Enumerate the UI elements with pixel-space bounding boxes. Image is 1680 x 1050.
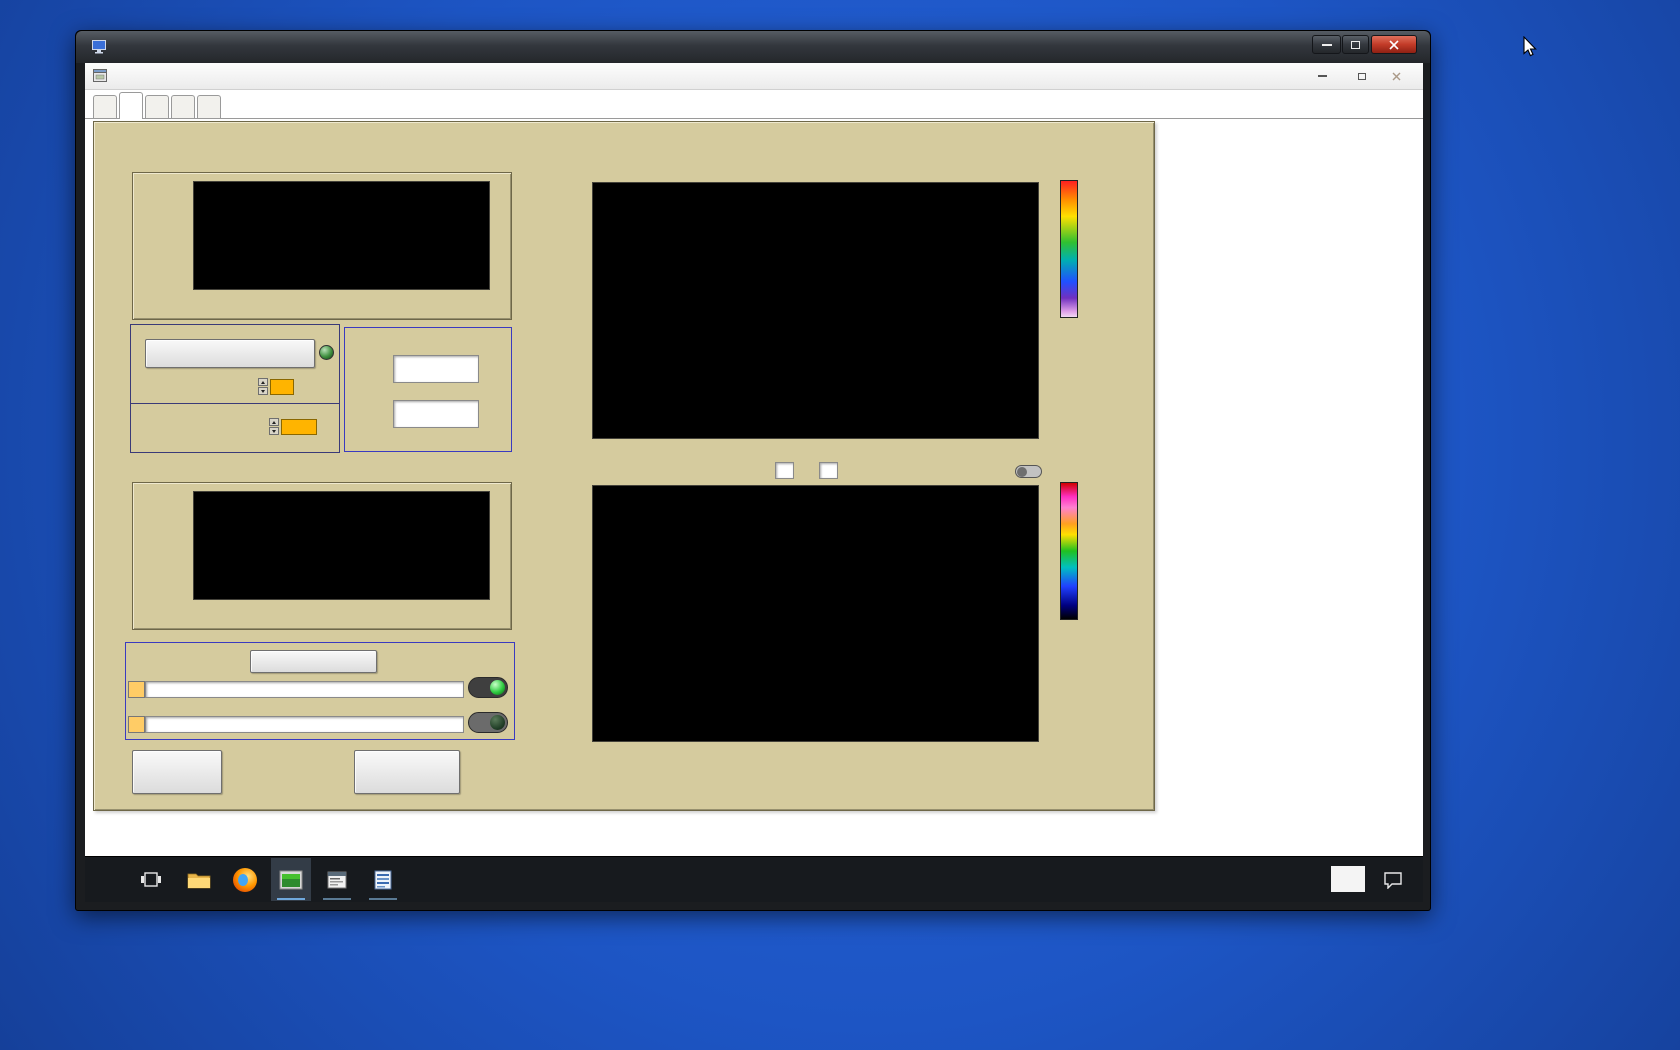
- doppler-y-ticks: [544, 480, 586, 745]
- background-controls-box: [130, 324, 340, 404]
- backscatter-doppler-toggle[interactable]: [1015, 465, 1042, 478]
- restore-button[interactable]: [1342, 35, 1369, 54]
- average-number-value[interactable]: [775, 462, 794, 479]
- notification-chat-icon: [1384, 871, 1402, 889]
- renew-background-button[interactable]: [145, 339, 315, 368]
- tab-wind-profile[interactable]: [197, 95, 221, 118]
- tab-scheduling[interactable]: [171, 95, 195, 118]
- toggle-knob-icon: [1017, 466, 1027, 477]
- app-minimize-icon: [1317, 75, 1327, 77]
- snr-spinner[interactable]: [269, 418, 279, 435]
- app-close-button[interactable]: [1381, 66, 1411, 86]
- snr-threshold-box: [130, 403, 340, 453]
- tab-real-time-data[interactable]: [119, 92, 143, 119]
- spinner-up-icon[interactable]: [258, 378, 268, 386]
- processed-logging-toggle[interactable]: [468, 677, 508, 698]
- background-led-icon: [319, 345, 334, 360]
- rdp-computer-icon: [92, 40, 106, 54]
- azimuth-value: [393, 355, 479, 383]
- document-app-icon: [374, 870, 392, 889]
- velocity-panel: [132, 482, 512, 630]
- change-lidar-settings-button[interactable]: [354, 750, 460, 794]
- rays-in-background-value[interactable]: [270, 379, 294, 395]
- logging-off-led-icon: [490, 715, 505, 730]
- file-explorer-icon: [187, 873, 211, 888]
- backscatter-y-ticks: [544, 177, 586, 442]
- rdp-window: [75, 30, 1431, 911]
- task-view-icon: [141, 871, 161, 887]
- a-scope-x-ticks: [193, 292, 488, 304]
- spinner-down-icon[interactable]: [258, 387, 268, 395]
- scan-scheduler-button[interactable]: [317, 858, 357, 901]
- logging-on-led-icon: [490, 680, 505, 695]
- backscatter-colorbar: [1060, 180, 1078, 318]
- minimize-button[interactable]: [1312, 35, 1341, 54]
- task-view-button[interactable]: [131, 858, 171, 901]
- raw-logging-toggle[interactable]: [468, 712, 508, 733]
- doppler-heatmap: [592, 485, 1039, 742]
- mouse-cursor-icon: [1523, 36, 1537, 57]
- remote-taskbar: [85, 856, 1423, 902]
- vi-app-icon: [93, 69, 107, 82]
- doppler-colorbar: [1060, 482, 1078, 620]
- backscatter-heatmap: [592, 182, 1039, 439]
- app-close-icon: [1392, 72, 1400, 80]
- average-count-value: [819, 462, 838, 479]
- a-scope-graph: [193, 181, 490, 290]
- firefox-button[interactable]: [225, 858, 265, 901]
- snr-threshold-value[interactable]: [281, 419, 317, 435]
- rdp-titlebar[interactable]: [76, 31, 1430, 63]
- tab-system-setup[interactable]: [93, 95, 117, 118]
- close-button[interactable]: [1371, 35, 1417, 54]
- rays-spinner[interactable]: [258, 378, 268, 395]
- velocity-graph: [193, 491, 490, 600]
- streamline-app-icon: [279, 870, 303, 889]
- velocity-y-ticks: [153, 486, 189, 584]
- app-minimize-button[interactable]: [1307, 66, 1337, 86]
- path-drive-icon[interactable]: [128, 681, 145, 698]
- data-logging-box: [125, 642, 515, 740]
- processed-path-field[interactable]: [145, 681, 464, 698]
- firefox-icon: [233, 867, 257, 892]
- stop-software-button[interactable]: [132, 750, 222, 794]
- open-app-underline: [323, 898, 351, 900]
- app-titlebar[interactable]: [85, 63, 1423, 90]
- scan-scheduler-icon: [327, 871, 347, 888]
- tab-temp-humidity[interactable]: [145, 95, 169, 118]
- language-indicator[interactable]: [1331, 866, 1365, 892]
- scanner-position-box: [344, 327, 512, 452]
- notification-button[interactable]: [1373, 858, 1413, 901]
- restore-icon: [1351, 40, 1360, 49]
- a-scope-y-ticks: [157, 176, 189, 274]
- tab-strip: [85, 90, 1423, 119]
- remote-desktop-screen: [85, 63, 1423, 902]
- close-icon: [1389, 39, 1399, 50]
- path-drive-icon[interactable]: [128, 716, 145, 733]
- active-app-underline: [277, 898, 305, 900]
- raw-path-field[interactable]: [145, 716, 464, 733]
- velocity-x-ticks: [193, 602, 488, 614]
- minimize-icon: [1321, 43, 1332, 46]
- spinner-up-icon[interactable]: [269, 418, 279, 426]
- app-restore-button[interactable]: [1347, 66, 1377, 86]
- app-restore-icon: [1358, 72, 1366, 80]
- spinner-down-icon[interactable]: [269, 427, 279, 435]
- elevation-value: [393, 400, 479, 428]
- file-explorer-button[interactable]: [179, 858, 219, 901]
- main-panel: [93, 121, 1155, 811]
- restart-processed-file-button[interactable]: [250, 650, 377, 673]
- document-app-button[interactable]: [363, 858, 403, 901]
- streamline-app-button[interactable]: [271, 858, 311, 901]
- open-app-underline: [369, 898, 397, 900]
- a-scope-panel: [132, 172, 512, 320]
